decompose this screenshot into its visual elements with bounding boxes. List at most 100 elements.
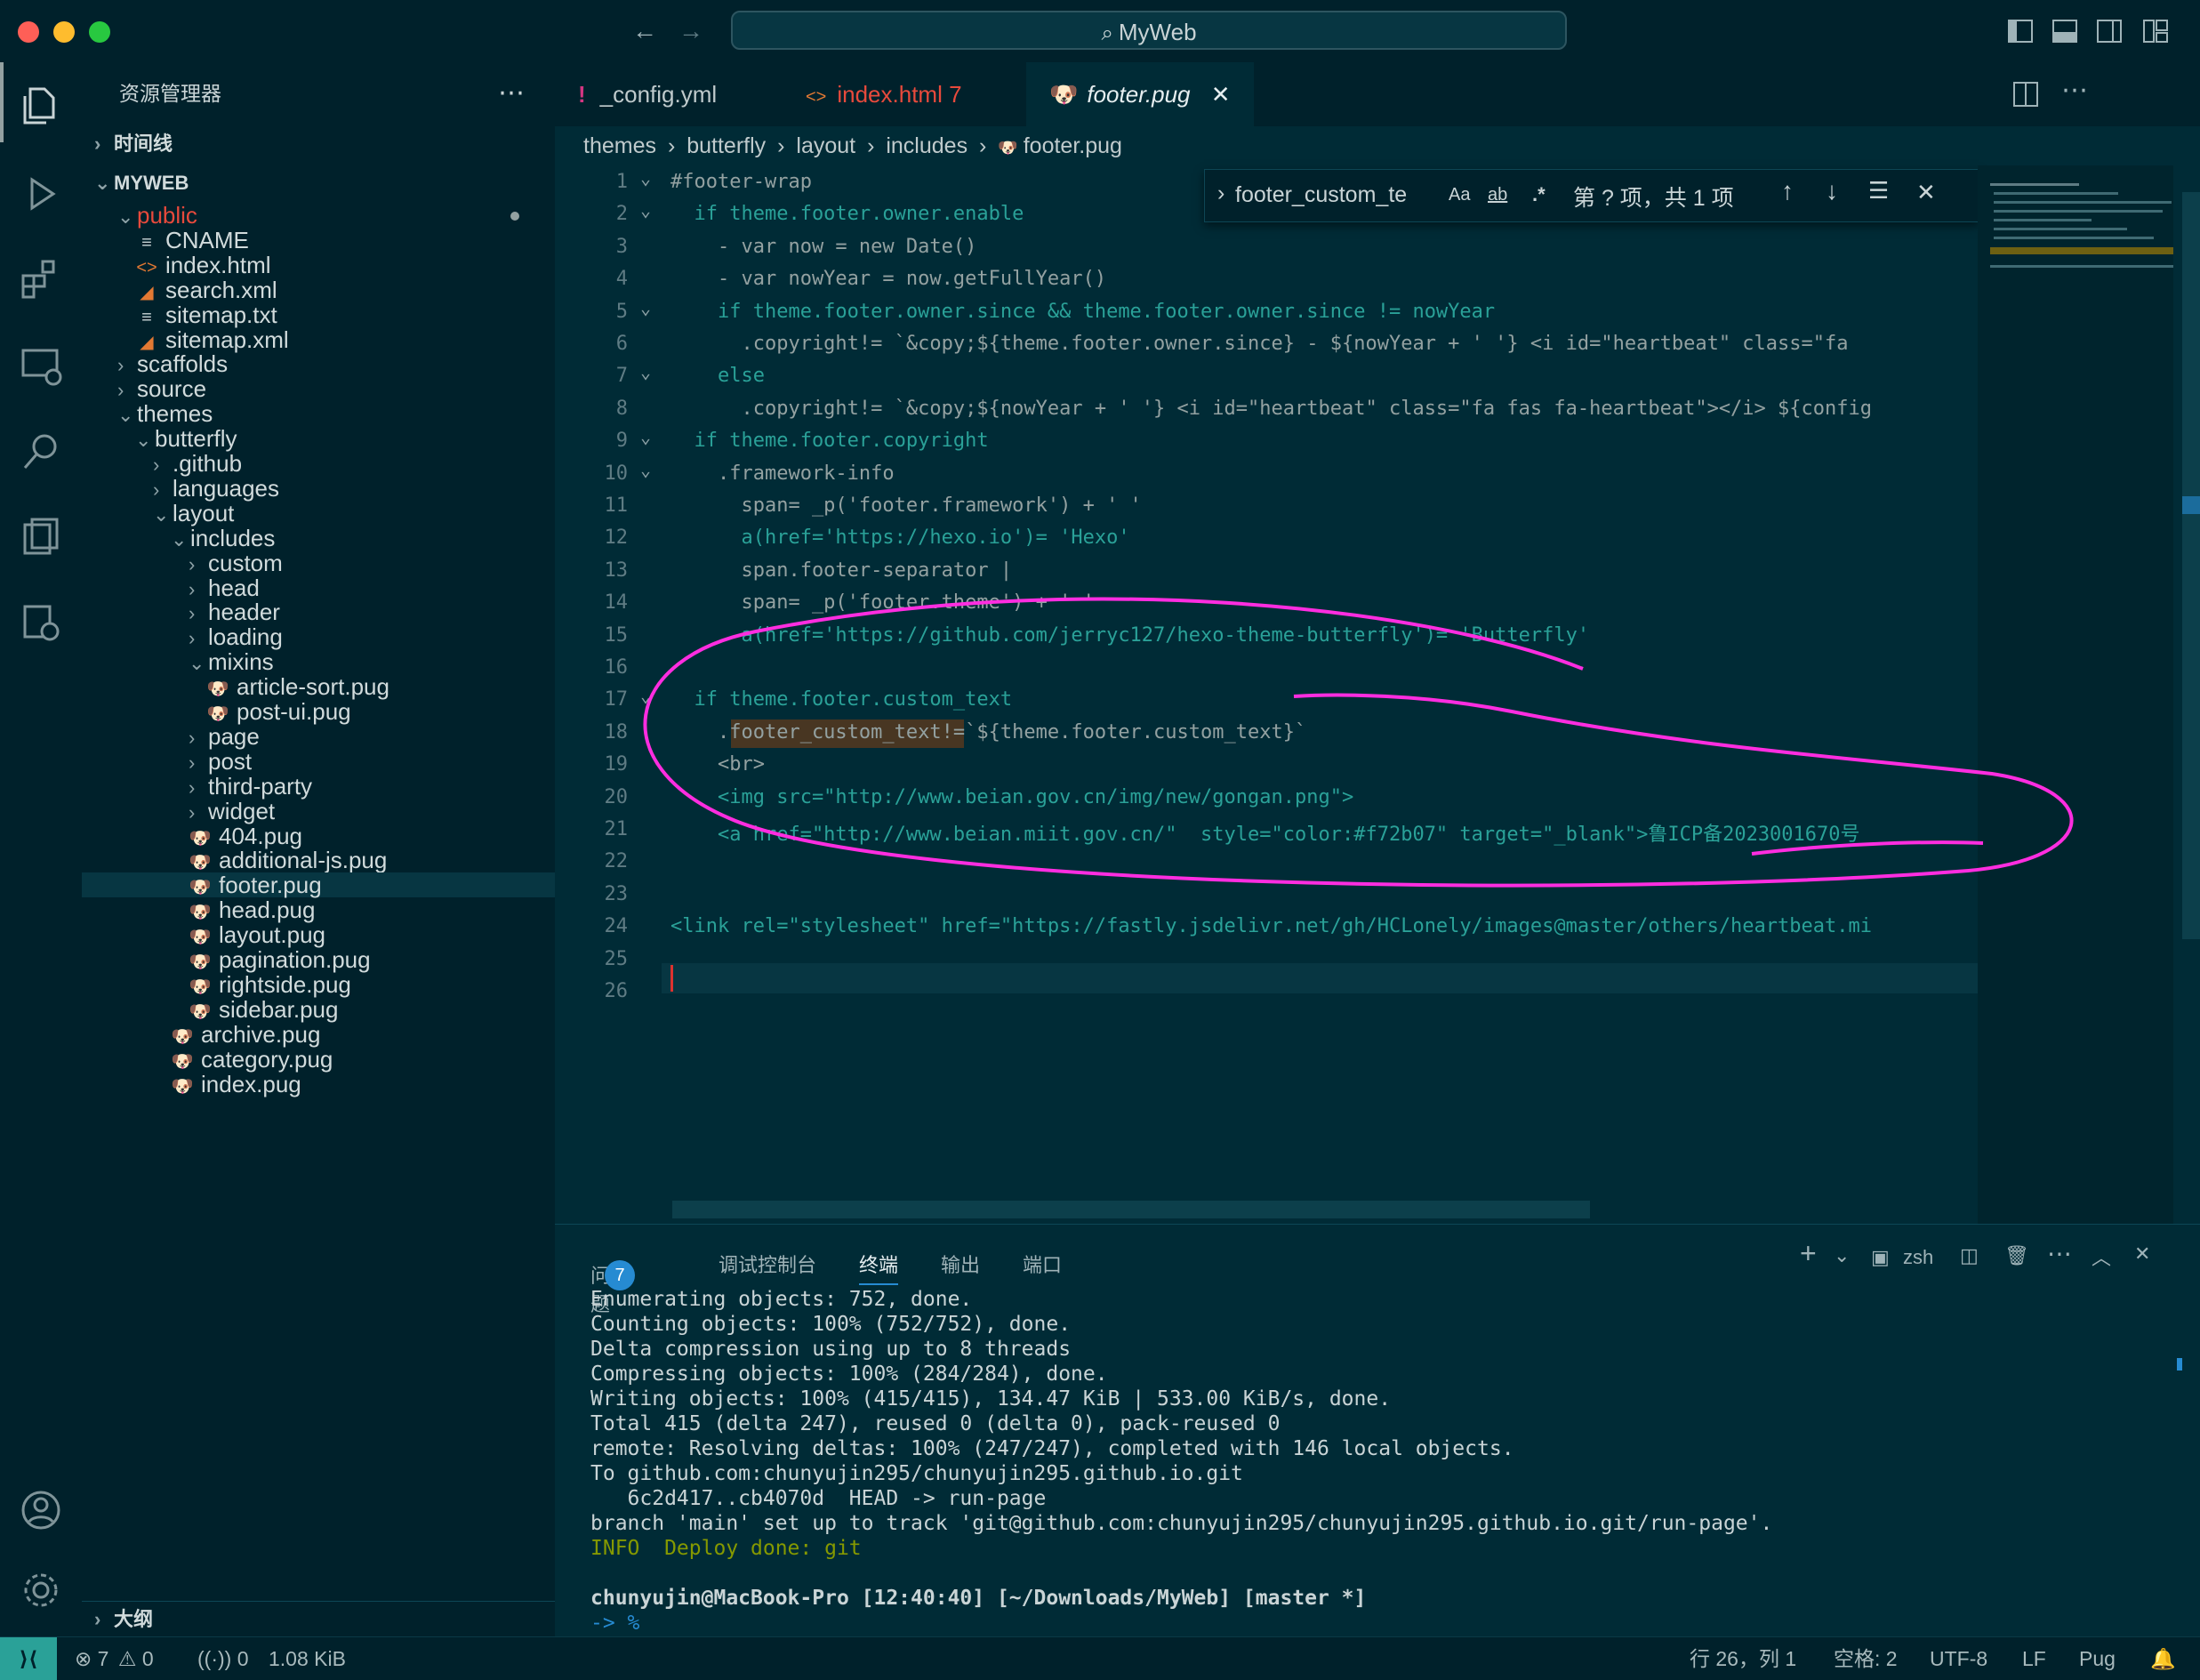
tab-footer-pug[interactable]: 🐶 footer.pug ✕ — [1026, 62, 1254, 126]
tab-terminal[interactable]: 终端 — [859, 1250, 899, 1285]
tree-item[interactable]: › loading — [82, 624, 555, 649]
close-window-button[interactable] — [18, 21, 39, 43]
tree-item[interactable]: 🐶 404.pug — [82, 824, 555, 848]
tree-item[interactable]: 🐶 post-ui.pug — [82, 699, 555, 724]
toggle-panel-icon[interactable] — [2052, 20, 2077, 43]
tree-item[interactable]: › source — [82, 376, 555, 401]
terminal-scrollbar[interactable] — [2177, 1358, 2182, 1371]
customize-layout-icon[interactable] — [2143, 20, 2168, 43]
shell-name[interactable]: zsh — [1903, 1246, 1933, 1269]
more-actions-icon[interactable]: ⋯ — [498, 62, 525, 125]
toggle-replace-icon[interactable]: › — [1217, 181, 1224, 206]
fold-chevron-icon[interactable]: ⌄ — [640, 426, 651, 447]
fold-chevron-icon[interactable]: ⌄ — [640, 297, 651, 318]
tree-item[interactable]: 🐶 footer.pug — [82, 872, 555, 898]
tree-item[interactable]: › scaffolds — [82, 351, 555, 376]
tab-debug-console[interactable]: 调试控制台 — [719, 1250, 816, 1278]
search-icon[interactable] — [16, 427, 66, 477]
minimize-window-button[interactable] — [53, 21, 75, 43]
tab-ports[interactable]: 端口 — [1023, 1250, 1062, 1278]
match-case-icon[interactable]: Aa — [1449, 177, 1470, 213]
split-terminal-icon[interactable]: ◫ — [1960, 1244, 1979, 1267]
language-mode[interactable]: Pug — [2079, 1637, 2116, 1680]
end-of-line[interactable]: LF — [2022, 1637, 2046, 1680]
fold-chevron-icon[interactable]: ⌄ — [640, 199, 651, 221]
outline-section[interactable]: › 大纲 — [82, 1601, 555, 1636]
breadcrumb-layout[interactable]: layout — [796, 133, 855, 158]
tree-item[interactable]: ≡ CNAME — [82, 228, 555, 253]
tab-index-html[interactable]: <> index.html 7 — [783, 62, 985, 126]
command-center[interactable]: ⌕ MyWeb — [731, 11, 1567, 50]
breadcrumb-butterfly[interactable]: butterfly — [686, 133, 766, 158]
maximize-panel-icon[interactable]: ︿ — [2092, 1242, 2111, 1271]
tree-item[interactable]: ⌄ public — [82, 203, 555, 228]
breadcrumb-file[interactable]: footer.pug — [1024, 133, 1122, 158]
tab-config-yml[interactable]: ! _config.yml — [555, 62, 740, 126]
toggle-sidebar-icon[interactable] — [2008, 20, 2033, 43]
tree-item[interactable]: 🐶 additional-js.pug — [82, 848, 555, 872]
tree-item[interactable]: 🐶 pagination.pug — [82, 947, 555, 972]
tree-item[interactable]: › widget — [82, 799, 555, 824]
tree-item[interactable]: ◢ search.xml — [82, 277, 555, 302]
tree-item[interactable]: ⌄ themes — [82, 401, 555, 426]
fold-chevron-icon[interactable]: ⌄ — [640, 459, 651, 480]
terminal-shell-icon[interactable]: ▣ — [1871, 1246, 1890, 1269]
tree-item[interactable]: › .github — [82, 451, 555, 476]
tree-item[interactable]: ⌄ mixins — [82, 649, 555, 674]
maximize-window-button[interactable] — [89, 21, 110, 43]
close-tab-icon[interactable]: ✕ — [1211, 81, 1231, 108]
previous-match-icon[interactable]: ↑ — [1781, 177, 1794, 205]
tree-item[interactable]: › third-party — [82, 774, 555, 799]
whole-word-icon[interactable]: ab — [1488, 177, 1507, 213]
tree-item[interactable]: ⌄ includes — [82, 526, 555, 551]
tree-item[interactable]: 🐶 archive.pug — [82, 1022, 555, 1047]
kill-terminal-icon[interactable]: 🗑 — [2004, 1244, 2029, 1267]
breadcrumb-themes[interactable]: themes — [583, 133, 656, 158]
split-editor-icon[interactable] — [2013, 82, 2038, 107]
find-in-selection-icon[interactable]: ☰ — [1868, 177, 1889, 205]
remote-indicator[interactable]: ⟩⟨ — [0, 1637, 57, 1680]
ports-status[interactable]: ((·)) 0 — [197, 1637, 248, 1680]
close-find-icon[interactable]: ✕ — [1916, 179, 1936, 206]
tree-item[interactable]: ≡ sitemap.txt — [82, 302, 555, 327]
run-debug-icon[interactable] — [16, 169, 66, 219]
tree-item[interactable]: › custom — [82, 551, 555, 575]
extensions-icon[interactable] — [16, 254, 66, 304]
tree-item[interactable]: ⌄ layout — [82, 501, 555, 526]
tree-item[interactable]: › post — [82, 749, 555, 774]
timeline-section[interactable]: › 时间线 — [94, 125, 173, 164]
panel-more-actions-icon[interactable]: ⋯ — [2047, 1239, 2072, 1268]
tree-item[interactable]: 🐶 head.pug — [82, 897, 555, 922]
project-section[interactable]: ⌄ MYWEB — [94, 164, 189, 203]
editor-scrollbar[interactable] — [2173, 165, 2200, 1224]
toggle-secondary-sidebar-icon[interactable] — [2097, 20, 2122, 43]
tree-item[interactable]: 🐶 layout.pug — [82, 922, 555, 947]
tree-item[interactable]: ⌄ butterfly — [82, 426, 555, 451]
find-input[interactable]: footer_custom_te Aa ab .* — [1235, 177, 1573, 213]
fold-chevron-icon[interactable]: ⌄ — [640, 685, 651, 706]
code-editor[interactable]: 1 ⌄ #footer-wrap 2 ⌄ if theme.footer.owner.e… — [555, 165, 1978, 1224]
problems-status[interactable]: ⊗ 7 ⚠ 0 — [75, 1637, 154, 1680]
explorer-icon[interactable] — [16, 80, 66, 130]
cursor-position[interactable]: 行 26，列 1 — [1690, 1637, 1796, 1680]
tree-item[interactable]: <> index.html — [82, 253, 555, 277]
remote-explorer-icon[interactable] — [16, 342, 66, 391]
tree-item[interactable]: › page — [82, 724, 555, 749]
account-icon[interactable] — [16, 1485, 66, 1535]
tree-item[interactable]: › head — [82, 575, 555, 600]
settings-gear-icon[interactable] — [16, 1565, 66, 1615]
tree-item[interactable]: 🐶 index.pug — [82, 1072, 555, 1097]
close-panel-icon[interactable]: ✕ — [2134, 1242, 2150, 1266]
chevron-down-icon[interactable]: ⌄ — [1834, 1244, 1850, 1267]
notifications-bell-icon[interactable]: 🔔 — [2150, 1637, 2176, 1680]
regex-icon[interactable]: .* — [1532, 177, 1546, 213]
horizontal-scrollbar[interactable] — [672, 1201, 1590, 1218]
tree-item[interactable]: 🐶 category.pug — [82, 1047, 555, 1072]
fold-chevron-icon[interactable]: ⌄ — [640, 361, 651, 382]
editor-more-actions-icon[interactable]: ⋯ — [2061, 75, 2088, 106]
indentation[interactable]: 空格: 2 — [1834, 1637, 1898, 1680]
tree-item[interactable]: › languages — [82, 476, 555, 501]
breadcrumb-includes[interactable]: includes — [886, 133, 968, 158]
encoding[interactable]: UTF-8 — [1930, 1637, 1987, 1680]
tree-item[interactable]: › header — [82, 599, 555, 624]
